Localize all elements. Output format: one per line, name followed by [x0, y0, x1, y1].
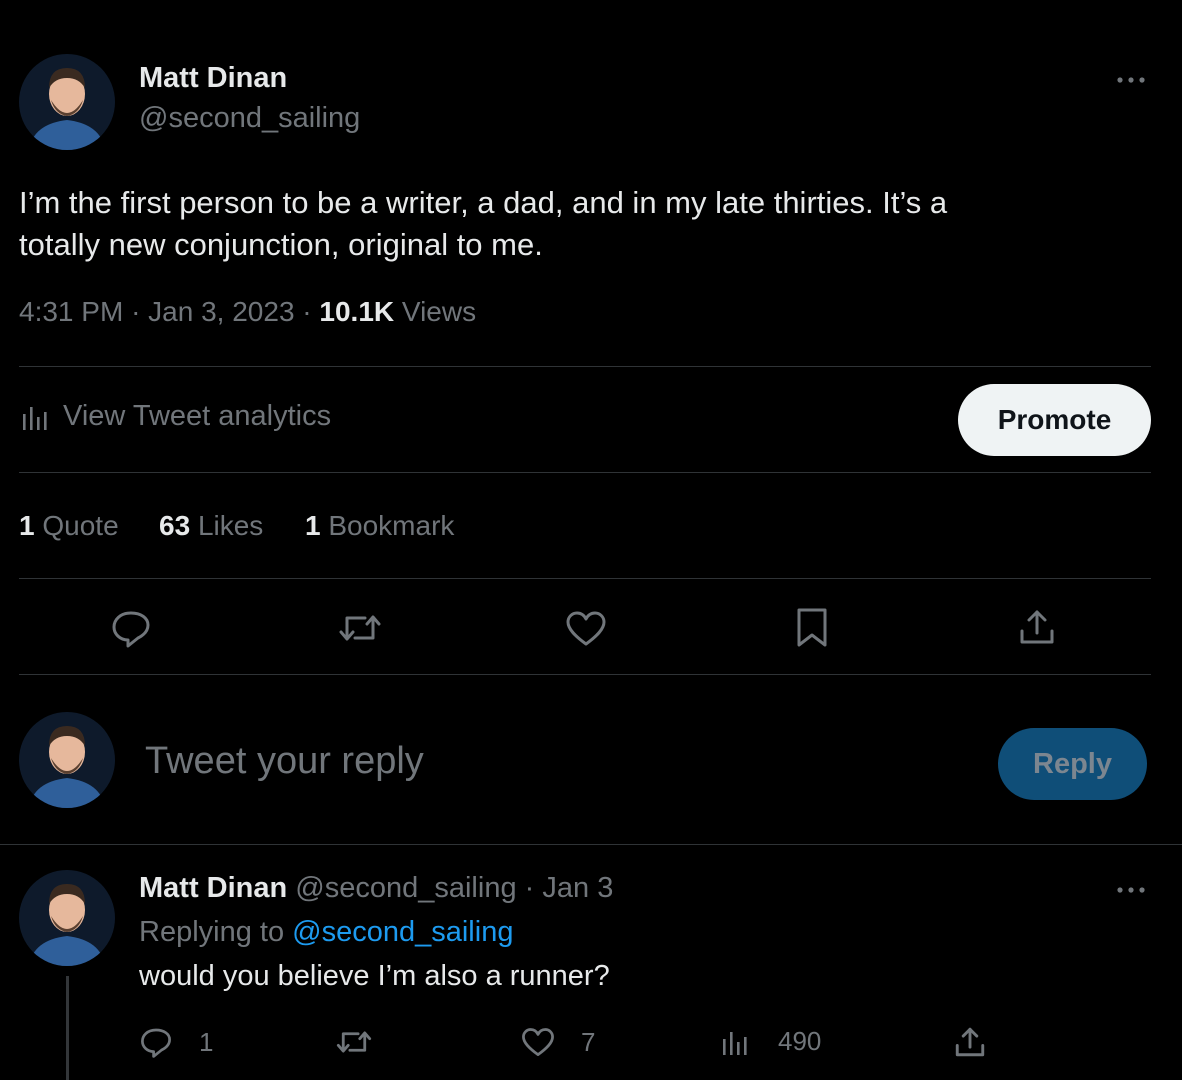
analytics-icon	[720, 1027, 750, 1057]
tweet-text-line: I’m the first person to be a writer, a d…	[19, 185, 948, 220]
retweet-icon[interactable]	[337, 610, 383, 646]
author-handle[interactable]: @second_sailing	[139, 102, 360, 135]
stat-count: 1	[19, 510, 35, 541]
tweet-meta: 4:31 PM · Jan 3, 2023 · 10.1K Views	[19, 296, 476, 328]
retweet-icon[interactable]	[335, 1027, 373, 1057]
divider	[0, 844, 1182, 845]
reply-like-action[interactable]: 7	[521, 1027, 595, 1058]
separator: ·	[524, 872, 535, 904]
stat-label: Bookmark	[328, 510, 455, 541]
divider	[19, 674, 1151, 675]
analytics-icon	[19, 402, 49, 432]
views-label: Views	[401, 296, 477, 327]
share-icon[interactable]	[1017, 607, 1057, 647]
reply-icon[interactable]	[110, 608, 152, 648]
like-icon	[521, 1027, 555, 1058]
share-icon[interactable]	[953, 1025, 987, 1059]
tweet-text-line: totally new conjunction, original to me.	[19, 227, 543, 262]
reply-button[interactable]: Reply	[998, 728, 1147, 800]
reply-input[interactable]: Tweet your reply	[145, 740, 424, 783]
stat-count: 63	[159, 510, 191, 541]
tweet-date[interactable]: Jan 3, 2023	[148, 296, 294, 327]
tweet-text: I’m the first person to be a writer, a d…	[19, 182, 947, 266]
stat-label: Quote	[42, 510, 119, 541]
reply-text: would you believe I’m also a runner?	[139, 960, 610, 992]
tweet-time[interactable]: 4:31 PM	[19, 296, 123, 327]
divider	[19, 578, 1151, 579]
replying-to-handle-link[interactable]: @second_sailing	[292, 916, 513, 948]
views-count: 490	[778, 1026, 822, 1056]
thread-line	[66, 976, 69, 1080]
stat-quotes[interactable]: 1 Quote	[19, 510, 119, 542]
reply-views-action[interactable]: 490	[720, 1026, 821, 1057]
author-avatar[interactable]	[19, 54, 115, 150]
replying-to-label: Replying to	[139, 916, 285, 948]
promote-button[interactable]: Promote	[958, 384, 1151, 456]
reply-date[interactable]: Jan 3	[542, 872, 613, 904]
separator: ·	[131, 296, 141, 327]
divider	[19, 366, 1151, 367]
stat-label: Likes	[197, 510, 264, 541]
like-count: 7	[581, 1027, 596, 1057]
reply-author-handle[interactable]: @second_sailing	[295, 872, 516, 904]
reply-icon	[139, 1026, 173, 1058]
reply-reply-action[interactable]: 1	[139, 1026, 213, 1058]
reply-author-name[interactable]: Matt Dinan	[139, 872, 287, 904]
views-count: 10.1K	[319, 296, 395, 327]
replying-to: Replying to @second_sailing	[139, 916, 513, 949]
more-options-icon[interactable]	[1114, 70, 1148, 90]
reply-author-avatar[interactable]	[19, 870, 115, 966]
reply-more-options-icon[interactable]	[1114, 880, 1148, 900]
stat-bookmarks[interactable]: 1 Bookmark	[305, 510, 454, 542]
analytics-label: View Tweet analytics	[63, 400, 332, 432]
reply-header: Matt Dinan @second_sailing · Jan 3	[139, 872, 613, 905]
stat-likes[interactable]: 63 Likes	[159, 510, 263, 542]
separator: ·	[302, 296, 312, 327]
composer-avatar[interactable]	[19, 712, 115, 808]
reply-count: 1	[199, 1026, 214, 1057]
like-icon[interactable]	[565, 610, 607, 648]
author-name[interactable]: Matt Dinan	[139, 62, 287, 95]
bookmark-icon[interactable]	[794, 607, 830, 649]
stat-count: 1	[305, 510, 321, 541]
divider	[19, 472, 1151, 473]
view-analytics-link[interactable]: View Tweet analytics	[19, 400, 331, 433]
